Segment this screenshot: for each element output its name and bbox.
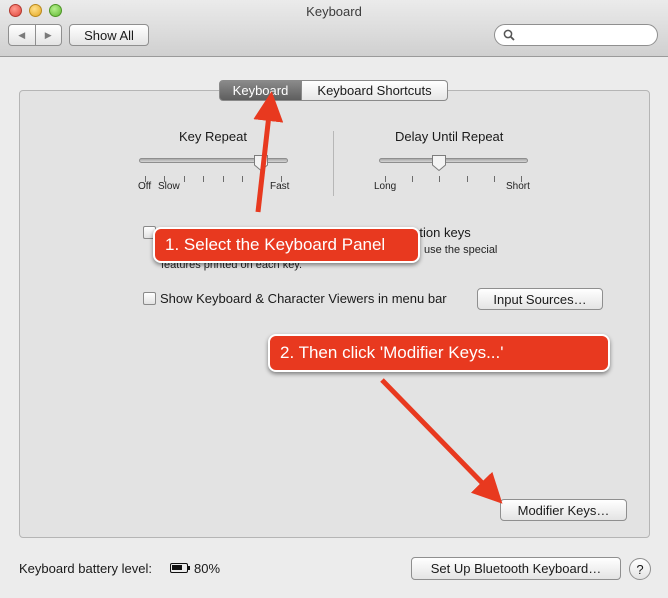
annotation-step-1: 1. Select the Keyboard Panel [153,227,420,263]
arrow-to-keyboard-tab [253,91,284,213]
annotation-step-2: 2. Then click 'Modifier Keys...' [268,334,610,372]
arrow-to-modifier-keys [380,378,503,504]
annotation-arrows [253,91,503,504]
